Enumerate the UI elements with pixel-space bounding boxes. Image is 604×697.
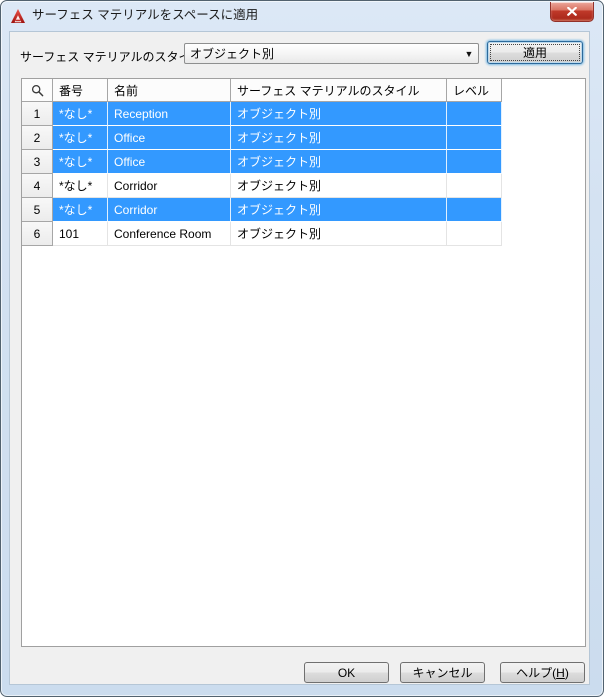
level-cell[interactable]	[447, 198, 502, 222]
number-cell[interactable]: *なし*	[53, 174, 108, 198]
name-cell[interactable]: Reception	[108, 102, 231, 126]
level-cell[interactable]	[447, 150, 502, 174]
cancel-button[interactable]: キャンセル	[400, 662, 485, 683]
ok-button[interactable]: OK	[304, 662, 389, 683]
table-row[interactable]: 2 *なし* Office オブジェクト別	[22, 126, 585, 150]
help-mnemonic: H	[556, 665, 565, 680]
window-title: サーフェス マテリアルをスペースに適用	[32, 8, 259, 22]
grid-header-row: 番号 名前 サーフェス マテリアルのスタイル レベル	[22, 79, 585, 102]
spaces-grid: 番号 名前 サーフェス マテリアルのスタイル レベル 1 *なし* Recept…	[21, 78, 586, 647]
column-header-style[interactable]: サーフェス マテリアルのスタイル	[231, 79, 447, 102]
table-row[interactable]: 1 *なし* Reception オブジェクト別	[22, 102, 585, 126]
chevron-down-icon: ▼	[464, 48, 474, 59]
name-cell[interactable]: Corridor	[108, 198, 231, 222]
name-cell[interactable]: Corridor	[108, 174, 231, 198]
style-label: サーフェス マテリアルのスタイル:	[20, 50, 206, 64]
column-header-number[interactable]: 番号	[53, 79, 108, 102]
column-header-name[interactable]: 名前	[108, 79, 231, 102]
autocad-logo-icon	[11, 9, 25, 23]
row-header-cell[interactable]: 5	[22, 198, 53, 222]
row-header-cell[interactable]: 1	[22, 102, 53, 126]
style-cell[interactable]: オブジェクト別	[231, 150, 447, 174]
row-header-cell[interactable]: 2	[22, 126, 53, 150]
row-header-cell[interactable]: 4	[22, 174, 53, 198]
style-cell[interactable]: オブジェクト別	[231, 102, 447, 126]
number-cell[interactable]: *なし*	[53, 198, 108, 222]
name-cell[interactable]: Conference Room	[108, 222, 231, 246]
table-row[interactable]: 4 *なし* Corridor オブジェクト別	[22, 174, 585, 198]
grid-corner-header[interactable]	[22, 79, 53, 102]
table-row[interactable]: 5 *なし* Corridor オブジェクト別	[22, 198, 585, 222]
style-cell[interactable]: オブジェクト別	[231, 126, 447, 150]
number-cell[interactable]: *なし*	[53, 102, 108, 126]
style-cell[interactable]: オブジェクト別	[231, 222, 447, 246]
help-label-suffix: )	[564, 665, 569, 680]
surface-material-style-select[interactable]: オブジェクト別 ▼	[184, 43, 479, 64]
level-cell[interactable]	[447, 126, 502, 150]
name-cell[interactable]: Office	[108, 150, 231, 174]
level-cell[interactable]	[447, 222, 502, 246]
dialog-client-area: サーフェス マテリアルのスタイル: オブジェクト別 ▼ 適用 番号 名前 サーフ…	[9, 31, 590, 685]
close-x-icon	[567, 7, 577, 16]
number-cell[interactable]: *なし*	[53, 150, 108, 174]
style-cell[interactable]: オブジェクト別	[231, 174, 447, 198]
combo-selected-value: オブジェクト別	[190, 47, 275, 61]
number-cell[interactable]: 101	[53, 222, 108, 246]
column-header-level[interactable]: レベル	[447, 79, 502, 102]
number-cell[interactable]: *なし*	[53, 126, 108, 150]
apply-button[interactable]: 適用	[487, 41, 583, 64]
help-label: ヘルプ(	[516, 666, 557, 680]
row-header-cell[interactable]: 6	[22, 222, 53, 246]
level-cell[interactable]	[447, 102, 502, 126]
help-button[interactable]: ヘルプ(H)	[500, 662, 585, 683]
row-header-cell[interactable]: 3	[22, 150, 53, 174]
title-bar[interactable]: サーフェス マテリアルをスペースに適用	[1, 1, 603, 31]
name-cell[interactable]: Office	[108, 126, 231, 150]
level-cell[interactable]	[447, 174, 502, 198]
style-cell[interactable]: オブジェクト別	[231, 198, 447, 222]
close-button[interactable]	[550, 2, 594, 22]
table-row[interactable]: 3 *なし* Office オブジェクト別	[22, 150, 585, 174]
table-row[interactable]: 6 101 Conference Room オブジェクト別	[22, 222, 585, 246]
dialog-window: サーフェス マテリアルをスペースに適用 サーフェス マテリアルのスタイル: オブ…	[0, 0, 604, 697]
table-body: 1 *なし* Reception オブジェクト別 2 *なし* Office オ…	[22, 102, 585, 246]
magnifier-icon	[31, 84, 43, 96]
